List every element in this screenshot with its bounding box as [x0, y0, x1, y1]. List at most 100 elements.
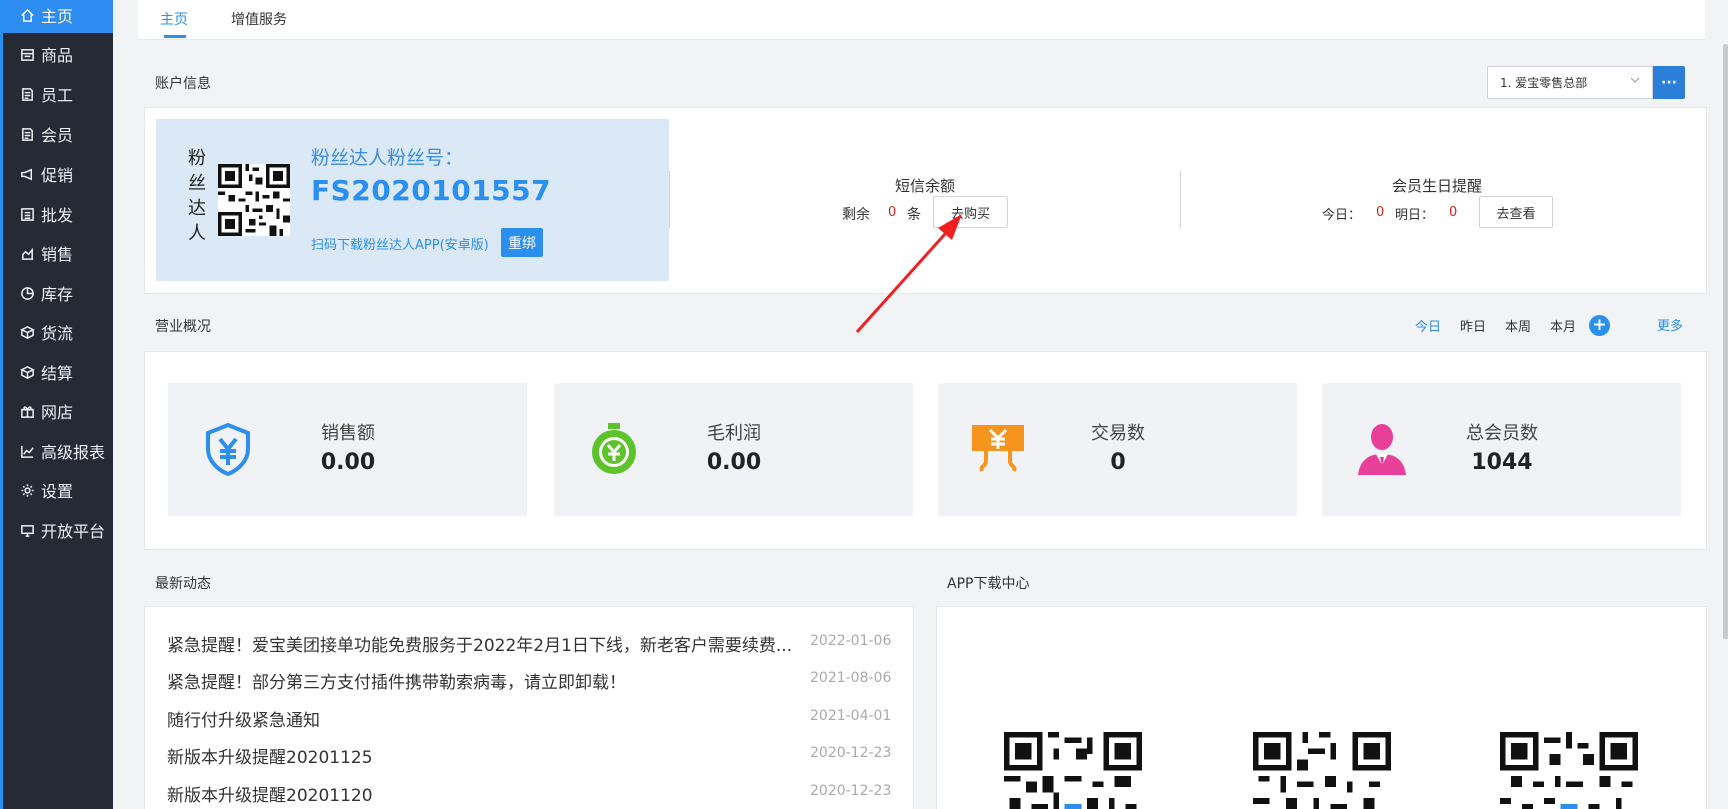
rebind-button[interactable]: 重绑 — [501, 228, 543, 257]
news-item-date: 2020-12-23 — [810, 745, 892, 761]
sidebar-item-label: 开放平台 — [41, 522, 106, 541]
sidebar-item-label: 商品 — [41, 46, 74, 65]
fan-id-number: FS2020101557 — [311, 174, 552, 207]
tab-bar — [138, 0, 1705, 40]
sidebar-item-advanced-report[interactable]: 高级报表 — [3, 433, 113, 469]
sidebar-item-label: 结算 — [41, 364, 74, 383]
qr-code-icon — [218, 164, 290, 236]
sidebar-item-member[interactable]: 会员 — [3, 116, 113, 152]
stopwatch-yen-icon — [592, 423, 636, 474]
stat-card-total-members[interactable]: 总会员数 1044 — [1322, 383, 1681, 516]
sidebar-item-promotion[interactable]: 促销 — [3, 156, 113, 192]
period-this-month[interactable]: 本月 — [1550, 316, 1576, 335]
stat-card-transactions[interactable]: 交易数 0 — [938, 383, 1297, 516]
more-link[interactable]: 更多 — [1657, 315, 1683, 334]
sidebar-item-wholesale[interactable]: 批发 — [3, 196, 113, 232]
sidebar-item-sales[interactable]: 销售 — [3, 235, 113, 271]
qr-code-icon — [1500, 732, 1638, 809]
sidebar-item-label: 货流 — [41, 324, 74, 343]
qr-code-icon — [1004, 732, 1142, 809]
stat-label: 毛利润 — [707, 423, 761, 444]
sidebar-item-settlement[interactable]: 结算 — [3, 354, 113, 390]
period-today[interactable]: 今日 — [1415, 316, 1441, 335]
news-item-date: 2020-12-23 — [810, 783, 892, 799]
news-item-title[interactable]: 紧急提醒！爱宝美团接单功能免费服务于2022年2月1日下线，新老客户需要续费..… — [167, 631, 801, 656]
document-icon — [19, 126, 35, 142]
monitor-icon — [19, 522, 35, 538]
birthday-tomorrow-value: 0 — [1449, 205, 1458, 220]
sidebar-item-logistics[interactable]: 货流 — [3, 314, 113, 350]
period-yesterday[interactable]: 昨日 — [1460, 316, 1486, 335]
news-item-title[interactable]: 随行付升级紧急通知 — [167, 706, 801, 731]
sms-balance-title: 短信余额 — [895, 177, 956, 195]
line-chart-icon — [19, 443, 35, 459]
stat-card-gross-profit[interactable]: 毛利润 0.00 — [554, 383, 913, 516]
view-birthdays-button[interactable]: 去查看 — [1479, 196, 1553, 228]
news-item-title[interactable]: 新版本升级提醒20201125 — [167, 743, 801, 768]
sidebar-item-settings[interactable]: 设置 — [3, 472, 113, 508]
sidebar-item-label: 库存 — [41, 285, 74, 304]
bar-chart-icon — [19, 245, 35, 261]
stat-card-sales[interactable]: 销售额 0.00 — [168, 383, 527, 516]
store-more-button[interactable]: ··· — [1653, 66, 1685, 99]
sidebar-item-staff[interactable]: 员工 — [3, 76, 113, 112]
birthday-reminder-title: 会员生日提醒 — [1392, 177, 1483, 195]
sidebar-item-label: 员工 — [41, 86, 74, 105]
news-item-date: 2022-01-06 — [810, 633, 892, 649]
tab-active-indicator — [164, 35, 186, 38]
sidebar-item-open-platform[interactable]: 开放平台 — [3, 512, 113, 548]
tab-value-added-services[interactable]: 增值服务 — [231, 9, 287, 29]
period-this-week[interactable]: 本周 — [1505, 316, 1531, 335]
add-period-button[interactable]: + — [1589, 315, 1610, 336]
megaphone-icon — [19, 166, 35, 182]
sidebar-item-webstore[interactable]: 网店 — [3, 393, 113, 429]
store-select-value: 1. 爱宝零售总部 — [1500, 76, 1588, 90]
divider — [669, 171, 670, 228]
sidebar-item-label: 批发 — [41, 206, 74, 225]
stat-value: 0 — [1110, 450, 1126, 475]
stat-value: 1044 — [1471, 450, 1533, 475]
sidebar-item-inventory[interactable]: 库存 — [3, 275, 113, 311]
birthday-tomorrow-label: 明日： — [1395, 208, 1435, 223]
cube-icon — [19, 364, 35, 380]
pie-chart-icon — [19, 285, 35, 301]
tab-home[interactable]: 主页 — [160, 9, 188, 29]
store-select[interactable]: 1. 爱宝零售总部 — [1487, 66, 1653, 99]
sidebar-item-label: 主页 — [41, 7, 74, 26]
shield-yen-icon — [206, 422, 250, 477]
birthday-today-label: 今日： — [1322, 208, 1362, 223]
stat-value: 0.00 — [706, 450, 762, 475]
sidebar-item-label: 设置 — [41, 482, 74, 501]
sidebar-item-label: 销售 — [41, 245, 74, 264]
document-icon — [19, 86, 35, 102]
brand-char: 达 — [188, 198, 206, 219]
sidebar-item-home[interactable]: 主页 — [3, 0, 113, 33]
birthday-today-value: 0 — [1376, 205, 1385, 220]
news-item-date: 2021-04-01 — [810, 708, 892, 724]
scrollbar[interactable] — [1723, 44, 1728, 639]
news-item-date: 2021-08-06 — [810, 670, 892, 686]
qr-code-icon — [1253, 732, 1391, 809]
home-icon — [19, 7, 35, 23]
store-icon — [19, 46, 35, 62]
member-icon — [1358, 424, 1406, 475]
stat-label: 总会员数 — [1466, 423, 1538, 444]
stat-label: 交易数 — [1091, 423, 1145, 444]
news-item-title[interactable]: 紧急提醒！部分第三方支付插件携带勒索病毒，请立即卸载！ — [167, 668, 801, 693]
sidebar-item-label: 会员 — [41, 126, 74, 145]
fans-brand-vertical: 粉 丝 达 人 — [185, 146, 209, 246]
brand-char: 粉 — [188, 148, 206, 169]
sidebar-item-label: 促销 — [41, 166, 74, 185]
account-section-title: 账户信息 — [155, 76, 211, 92]
sidebar-item-label: 高级报表 — [41, 443, 106, 462]
sidebar-item-goods[interactable]: 商品 — [3, 36, 113, 72]
list-icon — [19, 206, 35, 222]
app-download-link[interactable]: 扫码下载粉丝达人APP(安卓版) — [311, 234, 489, 253]
gift-icon — [19, 403, 35, 419]
fan-id-label: 粉丝达人粉丝号： — [311, 147, 464, 169]
sidebar-item-label: 网店 — [41, 403, 74, 422]
news-item-title[interactable]: 新版本升级提醒20201120 — [167, 781, 801, 806]
stat-value: 0.00 — [320, 450, 376, 475]
divider — [1180, 171, 1181, 228]
cube-icon — [19, 324, 35, 340]
